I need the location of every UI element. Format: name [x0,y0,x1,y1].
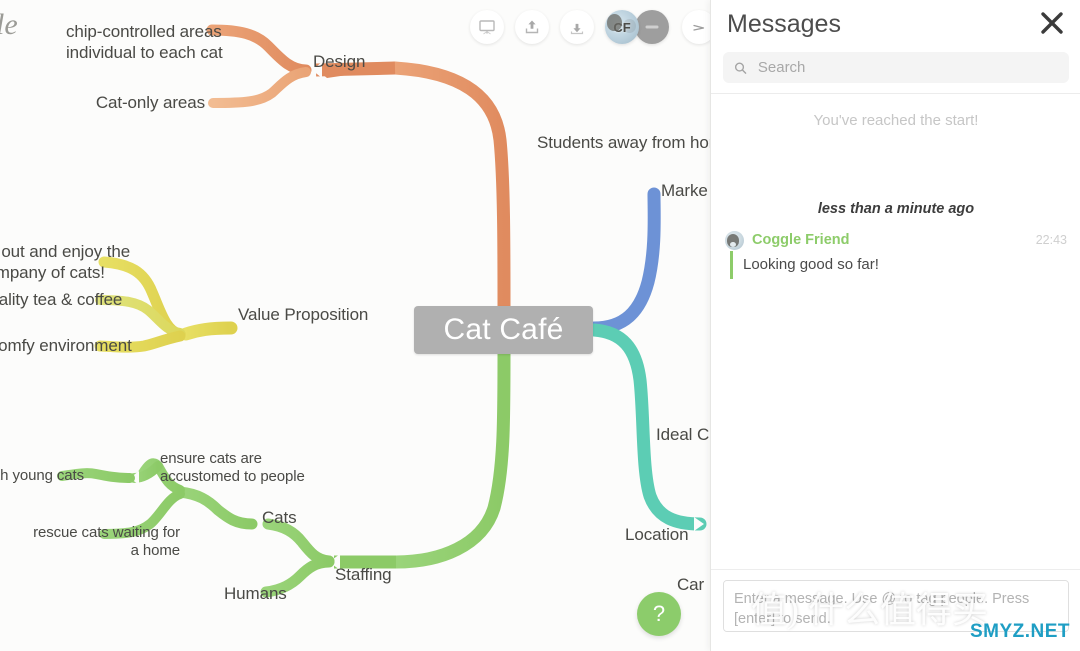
messages-panel-title: Messages [727,9,841,38]
node-label-ensure-cats-accustomed[interactable]: ensure cats are accustomed to people [160,450,305,487]
time-separator: less than a minute ago [817,201,975,217]
node-label-car[interactable]: Car [677,575,704,596]
message-timestamp: 22:43 [1035,233,1067,247]
node-label-staffing[interactable]: Staffing [335,565,392,586]
node-label-value-proposition[interactable]: Value Proposition [238,305,368,326]
node-label-humans[interactable]: Humans [224,584,287,605]
search-input[interactable] [755,58,1058,77]
node-label-hang-out-enjoy-company[interactable]: ng out and enjoy the company of cats! [0,242,130,283]
present-icon[interactable] [470,10,504,44]
search-icon [734,62,747,74]
message-input[interactable] [723,580,1069,632]
central-node-label: Cat Café [443,313,564,346]
messages-panel-header: Messages [711,0,1080,48]
node-label-cat-only-areas[interactable]: Cat-only areas [70,93,205,114]
close-icon[interactable] [1035,6,1069,40]
help-button-label: ? [652,601,666,626]
mindmap-canvas[interactable]: Cat Café Design chip-controlled areas in… [0,0,710,651]
node-label-location[interactable]: Location [625,525,689,546]
message-author: Coggle Friend [752,232,850,248]
coggle-app-window: Cat Café Design chip-controlled areas in… [0,0,1080,651]
message-header: Coggle Friend 22:43 [725,229,1067,251]
node-label-chip-controlled-areas[interactable]: chip-controlled areas individual to each… [66,22,223,63]
avatar [725,230,744,250]
message-text: Looking good so far! [730,251,1067,280]
reached-start-notice: You've reached the start! [813,112,979,129]
download-icon[interactable] [560,10,594,44]
node-label-market[interactable]: Marke [661,181,708,202]
messages-scroll-area[interactable]: You've reached the start! less than a mi… [711,94,1080,569]
avatar-coggle-friend[interactable]: CF [605,10,639,44]
node-label-students-away-from-home[interactable]: Students away from home [537,133,710,154]
central-node[interactable]: Cat Café [414,306,593,354]
node-label-rescue-cats-waiting[interactable]: rescue cats waiting for a home [20,524,180,561]
node-label-with-young-cats[interactable]: ith young cats [0,467,84,485]
node-label-cats[interactable]: Cats [262,508,297,529]
message-composer-wrapper [711,569,1080,651]
messages-search-wrapper [711,48,1080,93]
node-label-design[interactable]: Design [313,52,365,73]
app-logo[interactable]: le [0,8,18,42]
search-box[interactable] [723,52,1069,83]
upload-icon[interactable] [515,10,549,44]
message-item[interactable]: Coggle Friend 22:43 Looking good so far! [711,229,1080,285]
node-label-ideal-customer[interactable]: Ideal C [656,425,709,446]
help-button[interactable]: ? [637,592,681,636]
node-label-quality-tea-coffee[interactable]: quality tea & coffee [0,290,122,311]
node-label-comfy-environment[interactable]: Comfy environment [0,336,132,357]
messages-panel: Messages You've reached the start! less … [710,0,1080,651]
avatar-collaborator-2[interactable] [635,10,669,44]
collaborator-avatars[interactable]: CF [605,10,671,44]
canvas-toolbar: CF [470,10,716,44]
